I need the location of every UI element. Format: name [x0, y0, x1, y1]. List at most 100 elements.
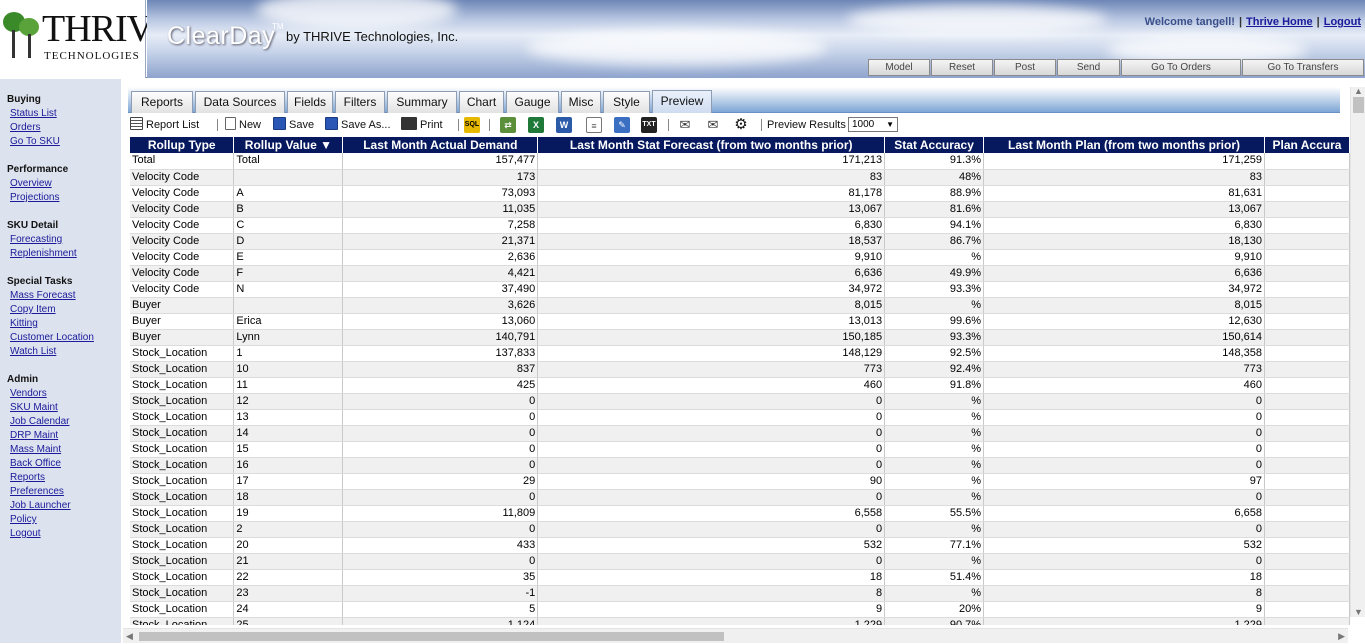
table-row[interactable]: Stock_Location 18 0 0% 0	[130, 489, 1350, 506]
table-row[interactable]: Stock_Location 11 425 460 91.8% 460	[130, 377, 1350, 394]
col-header-plan-accuracy[interactable]: Plan Accura	[1264, 137, 1350, 153]
vertical-scrollbar[interactable]: ▲ ▼	[1350, 86, 1365, 617]
excel-icon[interactable]: X	[528, 117, 544, 133]
table-row[interactable]: Stock_Location 25 1,124 1,229 90.7% 1,229	[130, 617, 1350, 625]
table-row[interactable]: Stock_Location 13 0 0% 0	[130, 409, 1350, 426]
table-row[interactable]: Velocity Code 173 83 48% 83	[130, 169, 1350, 186]
report-list-button[interactable]: Report List	[130, 117, 199, 133]
scroll-thumb[interactable]	[139, 632, 724, 641]
table-row[interactable]: Buyer 3,626 8,015% 8,015	[130, 297, 1350, 314]
post-button[interactable]: Post	[994, 59, 1056, 76]
tab-reports[interactable]: Reports	[131, 91, 193, 113]
table-row[interactable]: Velocity Code C 7,258 6,830 94.1% 6,830	[130, 217, 1350, 234]
sidebar-item-back-office[interactable]: Back Office	[10, 457, 71, 471]
document-icon[interactable]: ≡	[586, 117, 602, 133]
word-icon[interactable]: W	[556, 117, 572, 133]
sidebar-item-mass-forecast[interactable]: Mass Forecast	[10, 289, 94, 303]
sidebar-item-replenishment[interactable]: Replenishment	[10, 247, 77, 261]
gear-icon[interactable]: ⚙	[733, 117, 749, 133]
sidebar-item-drp-maint[interactable]: DRP Maint	[10, 429, 71, 443]
sidebar-item-status-list[interactable]: Status List	[10, 107, 60, 121]
table-row[interactable]: Velocity Code A 73,093 81,178 88.9% 81,631	[130, 185, 1350, 202]
sidebar-item-preferences[interactable]: Preferences	[10, 485, 71, 499]
email-schedule-icon[interactable]: ✉	[705, 117, 721, 133]
sidebar-item-reports[interactable]: Reports	[10, 471, 71, 485]
sidebar-item-customer-location[interactable]: Customer Location	[10, 331, 94, 345]
tab-misc[interactable]: Misc	[561, 91, 601, 113]
table-row[interactable]: Stock_Location 16 0 0% 0	[130, 457, 1350, 474]
logout-link[interactable]: Logout	[1324, 16, 1361, 28]
table-row[interactable]: Stock_Location 15 0 0% 0	[130, 441, 1350, 458]
sidebar-item-orders[interactable]: Orders	[10, 121, 60, 135]
save-as-button[interactable]: Save As...	[325, 117, 391, 133]
sidebar-item-policy[interactable]: Policy	[10, 513, 71, 527]
tab-preview[interactable]: Preview	[652, 90, 712, 113]
thrive-logo[interactable]: THRIVE TECHNOLOGIES	[0, 0, 176, 78]
table-row[interactable]: Velocity Code B 11,035 13,067 81.6% 13,067	[130, 201, 1350, 218]
sidebar-item-projections[interactable]: Projections	[10, 191, 68, 205]
new-button[interactable]: New	[225, 117, 261, 133]
tab-fields[interactable]: Fields	[287, 91, 333, 113]
sidebar-item-job-calendar[interactable]: Job Calendar	[10, 415, 71, 429]
preview-results-select[interactable]: 1000 ▼	[848, 117, 898, 132]
table-row[interactable]: Velocity Code D 21,371 18,537 86.7% 18,130	[130, 233, 1350, 250]
print-button[interactable]: Print	[401, 117, 443, 133]
model-button[interactable]: Model	[868, 59, 930, 76]
export-icon[interactable]: ⇄	[500, 117, 516, 133]
sidebar-item-sku-maint[interactable]: SKU Maint	[10, 401, 71, 415]
sidebar-item-kitting[interactable]: Kitting	[10, 317, 94, 331]
tab-style[interactable]: Style	[603, 91, 650, 113]
sidebar-item-overview[interactable]: Overview	[10, 177, 68, 191]
tab-chart[interactable]: Chart	[459, 91, 504, 113]
table-row[interactable]: Stock_Location 2 0 0% 0	[130, 521, 1350, 538]
table-row[interactable]: Buyer Erica 13,060 13,013 99.6% 12,630	[130, 313, 1350, 330]
table-row[interactable]: Stock_Location 24 5 9 20% 9	[130, 601, 1350, 618]
col-header-stat-forecast[interactable]: Last Month Stat Forecast (from two month…	[537, 137, 886, 153]
report-list-icon	[130, 117, 143, 130]
table-row[interactable]: Stock_Location 10 837 773 92.4% 773	[130, 361, 1350, 378]
sidebar-item-watch-list[interactable]: Watch List	[10, 345, 94, 359]
sidebar-item-job-launcher[interactable]: Job Launcher	[10, 499, 71, 513]
table-row[interactable]: Stock_Location 19 11,809 6,558 55.5% 6,658	[130, 505, 1350, 522]
table-row[interactable]: Velocity Code F 4,421 6,636 49.9% 6,636	[130, 265, 1350, 282]
sidebar-item-logout[interactable]: Logout	[10, 527, 71, 541]
table-row[interactable]: Stock_Location 22 35 18 51.4% 18	[130, 569, 1350, 586]
thrive-home-link[interactable]: Thrive Home	[1246, 16, 1313, 28]
table-row[interactable]: Stock_Location 12 0 0% 0	[130, 393, 1350, 410]
col-header-actual-demand[interactable]: Last Month Actual Demand	[342, 137, 539, 153]
table-row[interactable]: Stock_Location 23 -1 8% 8	[130, 585, 1350, 602]
txt-icon[interactable]: TXT	[641, 117, 657, 133]
tab-gauge[interactable]: Gauge	[506, 91, 559, 113]
save-button[interactable]: Save	[273, 117, 314, 133]
sql-icon[interactable]: SQL	[464, 117, 480, 133]
col-header-rollup-value[interactable]: Rollup Value ▼	[233, 137, 344, 153]
go-to-orders-button[interactable]: Go To Orders	[1121, 59, 1241, 76]
table-row[interactable]: Stock_Location 17 29 90% 97	[130, 473, 1350, 490]
send-button[interactable]: Send	[1057, 59, 1120, 76]
edit-icon[interactable]: ✎	[614, 117, 630, 133]
table-row[interactable]: Stock_Location 20 433 532 77.1% 532	[130, 537, 1350, 554]
scroll-thumb[interactable]	[1353, 97, 1364, 113]
tab-summary[interactable]: Summary	[387, 91, 457, 113]
sidebar-item-forecasting[interactable]: Forecasting	[10, 233, 77, 247]
horizontal-scrollbar[interactable]: ◀ ▶	[123, 628, 1348, 643]
col-header-plan[interactable]: Last Month Plan (from two months prior)	[983, 137, 1265, 153]
tab-filters[interactable]: Filters	[335, 91, 385, 113]
table-row[interactable]: Buyer Lynn 140,791 150,185 93.3% 150,614	[130, 329, 1350, 346]
go-to-transfers-button[interactable]: Go To Transfers	[1242, 59, 1364, 76]
sidebar-item-copy-item[interactable]: Copy Item	[10, 303, 94, 317]
email-icon[interactable]: ✉	[677, 117, 693, 133]
table-row[interactable]: Stock_Location 21 0 0% 0	[130, 553, 1350, 570]
table-row[interactable]: Stock_Location 1 137,833 148,129 92.5% 148,35…	[130, 345, 1350, 362]
sidebar-item-mass-maint[interactable]: Mass Maint	[10, 443, 71, 457]
tab-data-sources[interactable]: Data Sources	[195, 91, 285, 113]
sidebar-item-go-to-sku[interactable]: Go To SKU	[10, 135, 60, 149]
table-row[interactable]: Total Total 157,477 171,213 91.3% 171,259	[130, 153, 1350, 170]
reset-button[interactable]: Reset	[931, 59, 993, 76]
table-row[interactable]: Stock_Location 14 0 0% 0	[130, 425, 1350, 442]
sidebar-item-vendors[interactable]: Vendors	[10, 387, 71, 401]
table-row[interactable]: Velocity Code E 2,636 9,910% 9,910	[130, 249, 1350, 266]
table-row[interactable]: Velocity Code N 37,490 34,972 93.3% 34,972	[130, 281, 1350, 298]
col-header-stat-accuracy[interactable]: Stat Accuracy	[884, 137, 985, 153]
col-header-rollup-type[interactable]: Rollup Type	[130, 137, 235, 153]
